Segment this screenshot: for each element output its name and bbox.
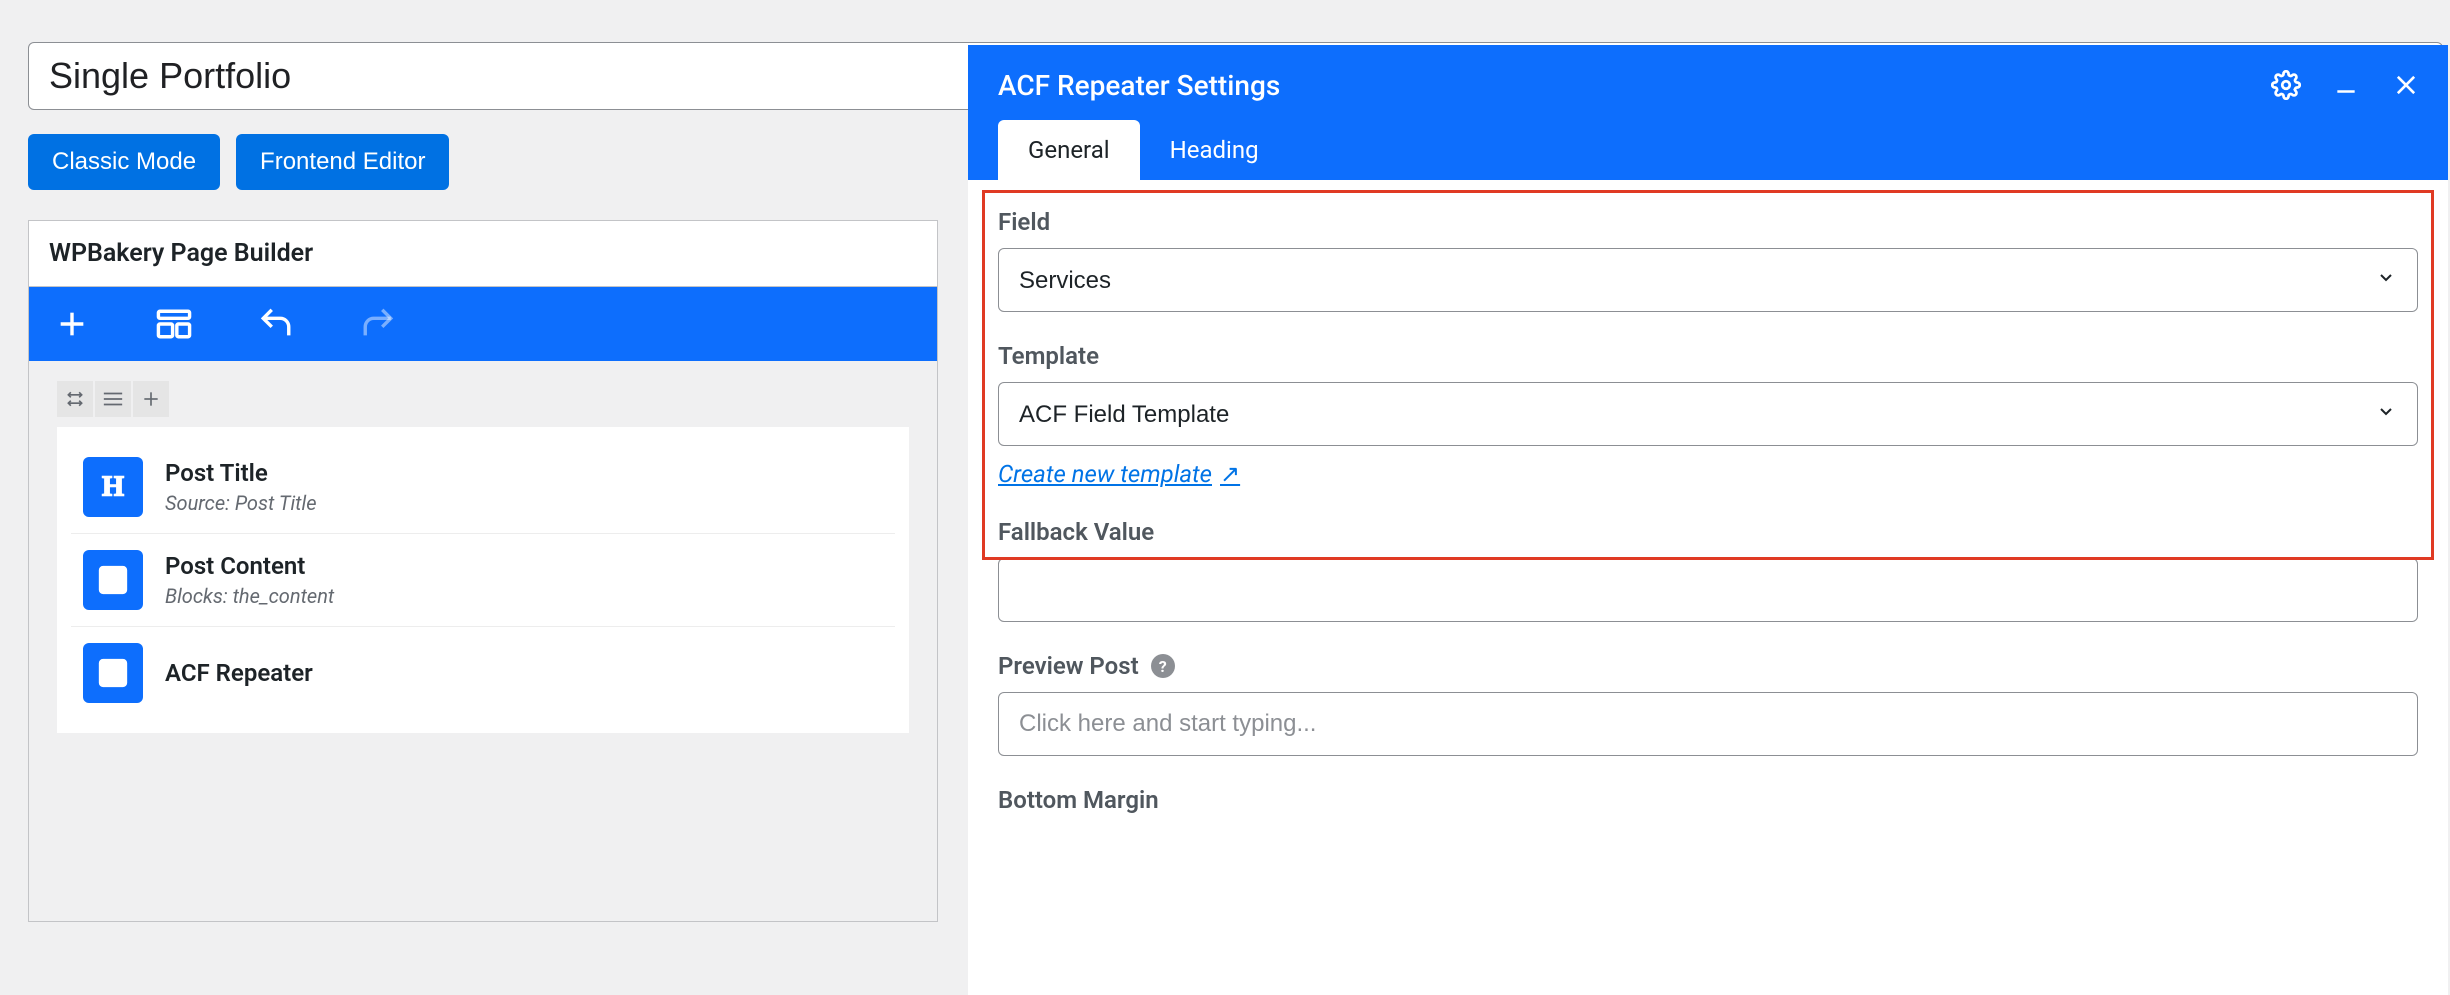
element-title: Post Content [165, 552, 334, 580]
preview-post-input[interactable] [998, 692, 2418, 756]
undo-icon[interactable] [257, 305, 295, 343]
create-template-link-text: Create new template [998, 460, 1212, 488]
element-subtitle: Source: Post Title [165, 491, 317, 515]
bottom-margin-label: Bottom Margin [998, 786, 2418, 814]
external-link-icon: ↗ [1220, 460, 1240, 488]
repeater-icon [83, 643, 143, 703]
element-acf-repeater[interactable]: ACF Repeater [71, 627, 895, 719]
preview-post-label-text: Preview Post [998, 652, 1139, 680]
settings-panel: ACF Repeater Settings General Heading Fi… [968, 45, 2448, 995]
heading-icon: H [83, 457, 143, 517]
mode-button-row: Classic Mode Frontend Editor [28, 134, 968, 190]
wpbakery-panel-title: WPBakery Page Builder [29, 221, 937, 287]
row-add-icon[interactable] [133, 381, 169, 417]
templates-icon[interactable] [155, 305, 193, 343]
tab-heading[interactable]: Heading [1140, 120, 1289, 180]
element-text: Post Title Source: Post Title [165, 459, 317, 515]
svg-text:H: H [102, 472, 124, 503]
row-move-icon[interactable] [57, 381, 93, 417]
element-text: Post Content Blocks: the_content [165, 552, 334, 608]
row-container: H Post Title Source: Post Title Post Con… [57, 427, 909, 733]
fallback-label: Fallback Value [998, 518, 2418, 546]
field-select[interactable]: Services [998, 248, 2418, 312]
template-label: Template [998, 342, 2418, 370]
fallback-input[interactable] [998, 558, 2418, 622]
close-icon[interactable] [2390, 69, 2422, 101]
settings-header: ACF Repeater Settings General Heading [968, 45, 2448, 180]
wpbakery-panel: WPBakery Page Builder [28, 220, 938, 922]
content-icon [83, 550, 143, 610]
field-label: Field [998, 208, 2418, 236]
settings-gear-icon[interactable] [2270, 69, 2302, 101]
classic-mode-button[interactable]: Classic Mode [28, 134, 220, 190]
template-select[interactable]: ACF Field Template [998, 382, 2418, 446]
create-template-link[interactable]: Create new template ↗ [998, 460, 1240, 488]
element-text: ACF Repeater [165, 659, 313, 687]
row-layout-icon[interactable] [95, 381, 131, 417]
element-post-title[interactable]: H Post Title Source: Post Title [71, 441, 895, 534]
add-element-icon[interactable] [53, 305, 91, 343]
preview-post-label: Preview Post ? [998, 652, 2418, 680]
help-icon[interactable]: ? [1151, 654, 1175, 678]
element-title: Post Title [165, 459, 317, 487]
wpbakery-stage: H Post Title Source: Post Title Post Con… [29, 361, 937, 921]
wpbakery-toolbar [29, 287, 937, 361]
element-title: ACF Repeater [165, 659, 313, 687]
tab-general[interactable]: General [998, 120, 1140, 180]
row-toolbar [57, 381, 909, 417]
minimize-icon[interactable] [2330, 69, 2362, 101]
settings-title: ACF Repeater Settings [998, 69, 2418, 102]
element-subtitle: Blocks: the_content [165, 584, 334, 608]
settings-tabs: General Heading [998, 120, 1289, 180]
element-post-content[interactable]: Post Content Blocks: the_content [71, 534, 895, 627]
settings-body: Field Services Template ACF Field Templa… [968, 180, 2448, 854]
redo-icon [359, 305, 397, 343]
frontend-editor-button[interactable]: Frontend Editor [236, 134, 449, 190]
